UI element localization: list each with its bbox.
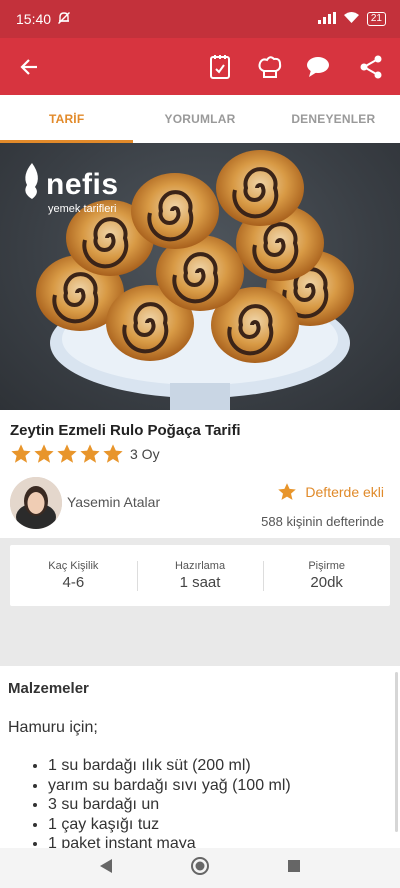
tab-recipe[interactable]: TARİF xyxy=(0,95,134,143)
rating-count: 3 Oy xyxy=(130,446,160,462)
stat-label: Pişirme xyxy=(308,560,346,572)
status-bar: 15:40 21 xyxy=(0,0,400,38)
stat-prep-time: Hazırlama 1 saat xyxy=(136,560,264,591)
ingredients-subtitle: Hamuru için; xyxy=(8,719,98,736)
star-icon xyxy=(278,483,297,500)
tab-comments[interactable]: YORUMLAR xyxy=(133,95,266,143)
wifi-icon xyxy=(343,11,360,27)
scrollbar[interactable] xyxy=(395,672,398,832)
app-bar xyxy=(0,38,400,95)
logo-text: nefis xyxy=(46,168,119,201)
rating[interactable]: 3 Oy xyxy=(10,443,160,465)
stats-card: Kaç Kişilik 4-6 Hazırlama 1 saat Pişirme… xyxy=(10,545,390,606)
star-icon xyxy=(11,444,31,463)
stat-value: 4-6 xyxy=(62,574,85,591)
list-item: 1 çay kaşığı tuz xyxy=(48,815,291,835)
saved-label: Defterde ekli xyxy=(305,484,384,500)
recipe-photo[interactable]: nefis yemek tarifleri xyxy=(0,143,400,410)
nav-home-icon[interactable] xyxy=(190,856,210,881)
signal-icon xyxy=(317,11,336,27)
star-icon xyxy=(57,444,77,463)
bell-muted-icon xyxy=(57,11,71,28)
stat-label: Hazırlama xyxy=(174,560,226,572)
logo-subtext: yemek tarifleri xyxy=(48,203,117,215)
list-item: 1 paket instant maya xyxy=(48,834,291,848)
stat-value: 20dk xyxy=(310,574,343,591)
nav-recents-icon[interactable] xyxy=(287,859,301,878)
star-icon xyxy=(80,444,100,463)
chef-hat-icon[interactable] xyxy=(248,38,292,95)
stat-value: 1 saat xyxy=(179,574,221,591)
comment-icon[interactable] xyxy=(296,38,340,95)
share-icon[interactable] xyxy=(349,38,393,95)
saved-count: 588 kişinin defterinde xyxy=(261,514,384,529)
list-item: 3 su bardağı un xyxy=(48,795,291,815)
battery-icon: 21 xyxy=(366,12,386,26)
notebook-icon[interactable] xyxy=(198,38,242,95)
ingredients-list: 1 su bardağı ılık süt (200 ml) yarım su … xyxy=(32,756,291,848)
ingredients-section[interactable]: Malzemeler Hamuru için; 1 su bardağı ılı… xyxy=(0,666,400,848)
avatar[interactable] xyxy=(10,477,62,529)
saved-to-notebook[interactable]: Defterde ekli xyxy=(277,482,384,502)
tab-bar: TARİF YORUMLAR DENEYENLER xyxy=(0,95,400,143)
system-nav-bar xyxy=(0,848,400,888)
tab-tried[interactable]: DENEYENLER xyxy=(267,95,400,143)
stat-cook-time: Pişirme 20dk xyxy=(263,560,390,591)
list-item: 1 su bardağı ılık süt (200 ml) xyxy=(48,756,291,776)
stat-label: Kaç Kişilik xyxy=(48,560,99,572)
star-icon xyxy=(34,444,54,463)
star-icon xyxy=(103,444,123,463)
back-arrow-icon[interactable] xyxy=(7,38,51,95)
stats-area: Kaç Kişilik 4-6 Hazırlama 1 saat Pişirme… xyxy=(0,538,400,666)
recipe-title: Zeytin Ezmeli Rulo Poğaça Tarifi xyxy=(10,422,241,439)
list-item: yarım su bardağı sıvı yağ (100 ml) xyxy=(48,776,291,796)
nefis-logo: nefis yemek tarifleri xyxy=(22,163,119,215)
flame-icon xyxy=(22,163,42,207)
recipe-info: Zeytin Ezmeli Rulo Poğaça Tarifi 3 Oy Ya… xyxy=(0,410,400,538)
status-time: 15:40 xyxy=(16,11,52,27)
nav-back-icon[interactable] xyxy=(99,858,113,879)
stat-servings: Kaç Kişilik 4-6 xyxy=(10,560,137,591)
author-name[interactable]: Yasemin Atalar xyxy=(67,494,160,510)
ingredients-title: Malzemeler xyxy=(8,680,89,697)
